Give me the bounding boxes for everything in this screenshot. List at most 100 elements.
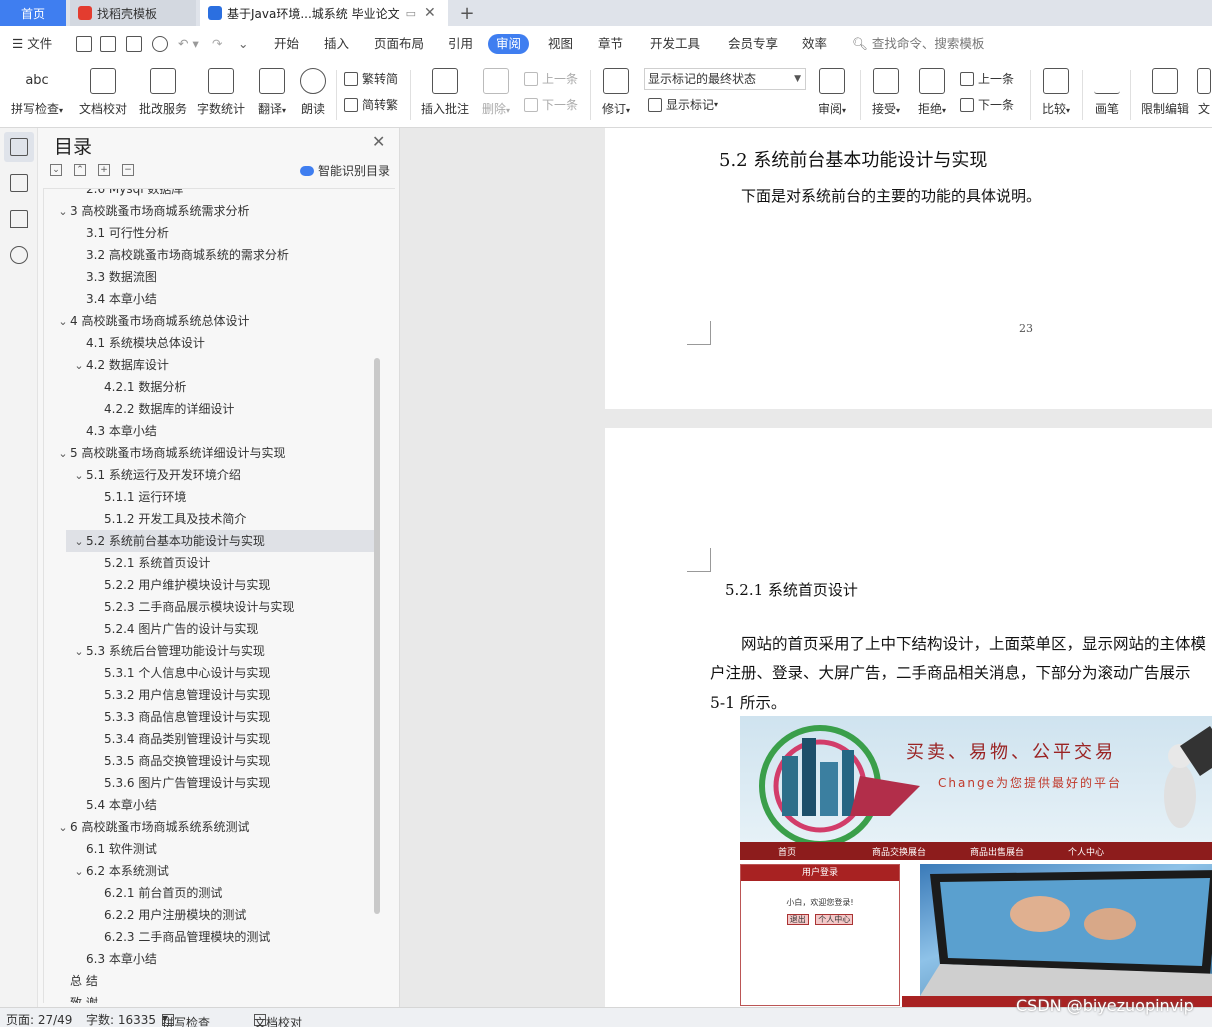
doc-proof-button[interactable]: 文档校对 bbox=[76, 66, 130, 117]
toc-item[interactable]: 总 结 bbox=[44, 970, 374, 992]
toc-item[interactable]: 4.2.1 数据分析 bbox=[44, 376, 374, 398]
toc-item[interactable]: 6.3 本章小结 bbox=[44, 948, 374, 970]
toc-item[interactable]: ⌄ 4.2 数据库设计 bbox=[44, 354, 374, 376]
bookmark-icon[interactable] bbox=[10, 210, 28, 228]
toc-item[interactable]: 5.3.6 图片广告管理设计与实现 bbox=[44, 772, 374, 794]
compare-button[interactable]: 比较▾ bbox=[1036, 66, 1076, 117]
translate-button[interactable]: 翻译▾ bbox=[252, 66, 292, 117]
delete-comment-button[interactable]: 删除▾ bbox=[476, 66, 516, 117]
word-count-indicator[interactable]: 字数: 16335 bbox=[86, 1011, 156, 1027]
restrict-edit-button[interactable]: 限制编辑 bbox=[1138, 66, 1192, 117]
read-aloud-button[interactable]: 朗读 bbox=[296, 66, 330, 117]
toc-icon[interactable] bbox=[10, 138, 28, 156]
print-preview-icon[interactable] bbox=[152, 36, 168, 52]
menu-chapter[interactable]: 章节 bbox=[598, 34, 623, 54]
chapter-nav-icon[interactable] bbox=[10, 174, 28, 192]
prev-comment-button[interactable]: 上一条 bbox=[524, 70, 578, 87]
toc-item[interactable]: 6.1 软件测试 bbox=[44, 838, 374, 860]
undo-icon[interactable]: ↶ ▾ bbox=[178, 34, 199, 54]
prev-change-button[interactable]: 上一条 bbox=[960, 70, 1014, 87]
toc-item[interactable]: 4.3 本章小结 bbox=[44, 420, 374, 442]
menu-efficiency[interactable]: 效率 bbox=[802, 34, 827, 54]
toc-item[interactable]: ⌄ 5 高校跳蚤市场商城系统详细设计与实现 bbox=[44, 442, 374, 464]
toc-item[interactable]: 4.2.2 数据库的详细设计 bbox=[44, 398, 374, 420]
toc-item[interactable]: 5.3.3 商品信息管理设计与实现 bbox=[44, 706, 374, 728]
redo-icon[interactable]: ↷ bbox=[212, 34, 222, 54]
toc-item[interactable]: 6.2.3 二手商品管理模块的测试 bbox=[44, 926, 374, 948]
chevron-down-icon[interactable]: ⌄ bbox=[72, 861, 86, 883]
chevron-down-icon[interactable]: ⌄ bbox=[72, 465, 86, 487]
tab-document[interactable]: 基于Java环境...城系统 毕业论文 ▭ ✕ bbox=[200, 0, 448, 26]
toc-item[interactable]: 5.2.4 图片广告的设计与实现 bbox=[44, 618, 374, 640]
toc-item[interactable]: 6.2.2 用户注册模块的测试 bbox=[44, 904, 374, 926]
spellcheck-button[interactable]: abc 拼写检查▾ bbox=[8, 66, 66, 117]
toc-item[interactable]: 3.2 高校跳蚤市场商城系统的需求分析 bbox=[44, 244, 374, 266]
collapse-all-icon[interactable]: ⌄ bbox=[50, 164, 62, 176]
markup-state-select[interactable]: 显示标记的最终状态 ▼ bbox=[644, 68, 806, 90]
toc-scrollbar[interactable] bbox=[374, 358, 380, 914]
menu-insert[interactable]: 插入 bbox=[324, 34, 349, 54]
page-indicator[interactable]: 页面: 27/49 bbox=[6, 1011, 72, 1027]
save-icon[interactable] bbox=[76, 36, 92, 52]
toc-item[interactable]: 致 谢 bbox=[44, 992, 374, 1003]
toc-item[interactable]: 5.4 本章小结 bbox=[44, 794, 374, 816]
simp-to-trad-button[interactable]: 简转繁 bbox=[344, 96, 398, 113]
tab-close-icon[interactable]: ✕ bbox=[424, 5, 436, 21]
toc-item[interactable]: 5.1.2 开发工具及技术简介 bbox=[44, 508, 374, 530]
chevron-down-icon[interactable]: ⌄ bbox=[56, 817, 70, 839]
toc-item[interactable]: ⌄ 5.3 系统后台管理功能设计与实现 bbox=[44, 640, 374, 662]
accept-button[interactable]: 接受▾ bbox=[866, 66, 906, 117]
toc-item[interactable]: 5.3.2 用户信息管理设计与实现 bbox=[44, 684, 374, 706]
track-changes-button[interactable]: 修订▾ bbox=[596, 66, 636, 117]
expand-up-icon[interactable]: ⌃ bbox=[74, 164, 86, 176]
toc-item[interactable]: ⌄ 5.1 系统运行及开发环境介绍 bbox=[44, 464, 374, 486]
chevron-down-icon[interactable]: ⌄ bbox=[56, 311, 70, 333]
export-pdf-icon[interactable] bbox=[100, 36, 116, 52]
pen-button[interactable]: 画笔 bbox=[1090, 66, 1124, 117]
menu-start[interactable]: 开始 bbox=[274, 34, 299, 54]
toc-item[interactable]: 5.2.3 二手商品展示模块设计与实现 bbox=[44, 596, 374, 618]
menu-developer[interactable]: 开发工具 bbox=[650, 34, 700, 54]
menu-review[interactable]: 审阅 bbox=[488, 34, 530, 54]
toc-item[interactable]: 5.2.2 用户维护模块设计与实现 bbox=[44, 574, 374, 596]
toc-item[interactable]: 5.3.5 商品交换管理设计与实现 bbox=[44, 750, 374, 772]
chevron-down-icon[interactable]: ⌄ bbox=[72, 531, 86, 553]
toc-item[interactable]: 3.4 本章小结 bbox=[44, 288, 374, 310]
menu-view[interactable]: 视图 bbox=[548, 34, 573, 54]
word-count-button[interactable]: 字数统计 bbox=[194, 66, 248, 117]
print-icon[interactable] bbox=[126, 36, 142, 52]
toc-item[interactable]: 3.1 可行性分析 bbox=[44, 222, 374, 244]
batch-service-button[interactable]: 批改服务 bbox=[136, 66, 190, 117]
smart-detect-toc-button[interactable]: 智能识别目录 bbox=[300, 162, 390, 179]
menu-page-layout[interactable]: 页面布局 bbox=[374, 34, 424, 54]
toc-item[interactable]: 5.1.1 运行环境 bbox=[44, 486, 374, 508]
toc-item[interactable]: ⌄ 3 高校跳蚤市场商城系统需求分析 bbox=[44, 200, 374, 222]
toc-item[interactable]: 5.3.4 商品类别管理设计与实现 bbox=[44, 728, 374, 750]
new-tab-button[interactable]: + bbox=[452, 0, 482, 26]
toc-item[interactable]: 6.2.1 前台首页的测试 bbox=[44, 882, 374, 904]
toc-item[interactable]: 5.3.1 个人信息中心设计与实现 bbox=[44, 662, 374, 684]
show-markup-button[interactable]: 显示标记 ▾ bbox=[648, 96, 718, 113]
next-comment-button[interactable]: 下一条 bbox=[524, 96, 578, 113]
tab-pin-icon[interactable]: ▭ bbox=[406, 7, 416, 20]
tab-home[interactable]: 首页 bbox=[0, 0, 66, 26]
menu-membership[interactable]: 会员专享 bbox=[728, 34, 778, 54]
review-pane-button[interactable]: 审阅▾ bbox=[812, 66, 852, 117]
close-icon[interactable]: ✕ bbox=[372, 132, 385, 151]
quick-access-more-icon[interactable]: ⌄ bbox=[238, 34, 248, 54]
chevron-down-icon[interactable]: ⌄ bbox=[56, 201, 70, 223]
reject-button[interactable]: 拒绝▾ bbox=[912, 66, 952, 117]
command-search[interactable]: 🔍︎ 查找命令、搜索模板 bbox=[852, 34, 984, 54]
file-menu[interactable]: ☰ 文件 bbox=[12, 34, 52, 54]
insert-comment-button[interactable]: 插入批注 bbox=[418, 66, 472, 117]
toc-item[interactable]: 5.2.1 系统首页设计 bbox=[44, 552, 374, 574]
menu-references[interactable]: 引用 bbox=[448, 34, 473, 54]
chevron-down-icon[interactable]: ⌄ bbox=[72, 355, 86, 377]
toc-item[interactable]: ⌄ 5.2 系统前台基本功能设计与实现 bbox=[66, 530, 374, 552]
add-heading-icon[interactable]: + bbox=[98, 164, 110, 176]
toc-item[interactable]: ⌄ 4 高校跳蚤市场商城系统总体设计 bbox=[44, 310, 374, 332]
toc-item[interactable]: 2.6 Mysql 数据库 bbox=[44, 189, 374, 200]
doc-rights-button[interactable]: 文 bbox=[1196, 66, 1212, 117]
next-change-button[interactable]: 下一条 bbox=[960, 96, 1014, 113]
status-spellcheck[interactable]: 拼写检查 ▾ bbox=[162, 1011, 210, 1027]
